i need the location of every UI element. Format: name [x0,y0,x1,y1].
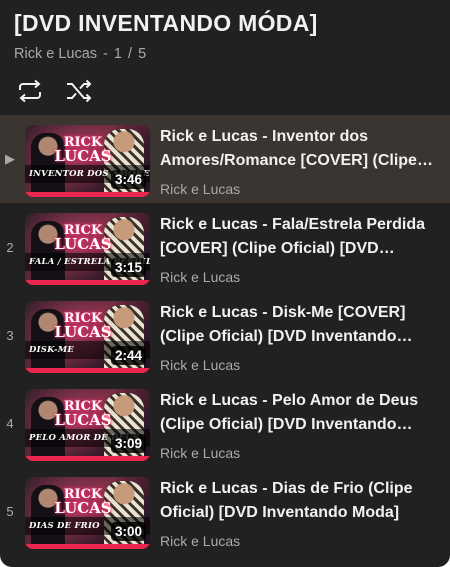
subtitle-separator: - [103,46,108,62]
video-title[interactable]: Rick e Lucas - Fala/Estrela Perdida [COV… [160,213,444,261]
playlist-item[interactable]: 4 RICK LUCAS PELO AMOR DE DEUS 3:09 Rick… [0,379,450,467]
video-duration: 3:46 [110,170,146,189]
video-title[interactable]: Rick e Lucas - Dias de Frio (Clipe Ofici… [160,477,444,525]
thumbnail-stripe [25,368,150,373]
playlist-panel: [DVD INVENTANDO MÓDA] Rick e Lucas - 1 /… [0,0,450,567]
video-thumbnail[interactable]: RICK LUCAS PELO AMOR DE DEUS 3:09 [25,389,150,461]
shuffle-button[interactable] [64,76,94,106]
playlist-item[interactable]: 5 RICK LUCAS DIAS DE FRIO 3:00 Rick e Lu… [0,467,450,555]
item-info: Rick e Lucas - Inventor dos Amores/Roman… [160,125,444,173]
playlist-item[interactable]: 3 RICK LUCAS DISK-ME 2:44 Rick e Lucas -… [0,291,450,379]
thumbnail-logo: RICK LUCAS [54,131,111,169]
thumbnail-logo-bottom: LUCAS [54,499,112,517]
thumbnail-logo: RICK LUCAS [54,395,111,433]
video-duration: 2:44 [110,346,146,365]
video-thumbnail[interactable]: RICK LUCAS FALA / ESTRELA PERDIDA 3:15 [25,213,150,285]
video-thumbnail[interactable]: RICK LUCAS DISK-ME 2:44 [25,301,150,373]
video-duration: 3:09 [110,434,146,453]
position-separator: / [128,46,133,62]
loop-icon [19,79,41,103]
item-index: ▶ [5,151,15,166]
playlist-header: [DVD INVENTANDO MÓDA] Rick e Lucas - 1 /… [0,0,450,112]
item-info: Rick e Lucas - Dias de Frio (Clipe Ofici… [160,477,444,525]
thumbnail-logo-bottom: LUCAS [54,323,112,341]
thumbnail-logo-bottom: LUCAS [54,235,112,253]
thumbnail-logo-bottom: LUCAS [54,147,112,165]
item-index: 2 [6,239,14,255]
video-duration: 3:00 [110,522,146,541]
video-thumbnail[interactable]: RICK LUCAS DIAS DE FRIO 3:00 [25,477,150,549]
thumbnail-stripe [25,280,150,285]
video-title[interactable]: Rick e Lucas - Disk-Me [COVER] (Clipe Of… [160,301,444,349]
thumbnail-caption: DISK-ME [29,345,75,355]
item-index: 4 [6,415,14,431]
playlist-position: 1 [113,46,122,62]
video-channel[interactable]: Rick e Lucas [160,357,240,373]
playlist-item[interactable]: 2 RICK LUCAS FALA / ESTRELA PERDIDA 3:15… [0,203,450,291]
video-channel[interactable]: Rick e Lucas [160,445,240,461]
video-channel[interactable]: Rick e Lucas [160,181,240,197]
item-index: 5 [6,503,14,519]
playlist-title[interactable]: [DVD INVENTANDO MÓDA] [14,10,318,37]
thumbnail-stripe [25,544,150,549]
thumbnail-logo-bottom: LUCAS [54,411,112,429]
item-index: 3 [6,327,14,343]
playlist-item[interactable]: ▶ RICK LUCAS INVENTOR DOS AMORES / ROMAN… [0,115,450,203]
item-info: Rick e Lucas - Pelo Amor de Deus (Clipe … [160,389,444,437]
video-thumbnail[interactable]: RICK LUCAS INVENTOR DOS AMORES / ROMANCE… [25,125,150,197]
video-channel[interactable]: Rick e Lucas [160,533,240,549]
video-title[interactable]: Rick e Lucas - Pelo Amor de Deus (Clipe … [160,389,444,437]
thumbnail-stripe [25,192,150,197]
item-info: Rick e Lucas - Disk-Me [COVER] (Clipe Of… [160,301,444,349]
playlist-items: ▶ RICK LUCAS INVENTOR DOS AMORES / ROMAN… [0,115,450,555]
thumbnail-logo: RICK LUCAS [54,483,111,521]
playlist-channel[interactable]: Rick e Lucas [14,46,97,62]
loop-button[interactable] [15,76,45,106]
video-channel[interactable]: Rick e Lucas [160,269,240,285]
video-duration: 3:15 [110,258,146,277]
thumbnail-logo: RICK LUCAS [54,307,111,345]
playlist-subtitle: Rick e Lucas - 1 / 5 [14,46,146,62]
item-info: Rick e Lucas - Fala/Estrela Perdida [COV… [160,213,444,261]
shuffle-icon [67,79,92,103]
thumbnail-stripe [25,456,150,461]
thumbnail-logo: RICK LUCAS [54,219,111,257]
video-title[interactable]: Rick e Lucas - Inventor dos Amores/Roman… [160,125,444,173]
playlist-total: 5 [138,46,147,62]
thumbnail-caption: DIAS DE FRIO [29,521,100,531]
